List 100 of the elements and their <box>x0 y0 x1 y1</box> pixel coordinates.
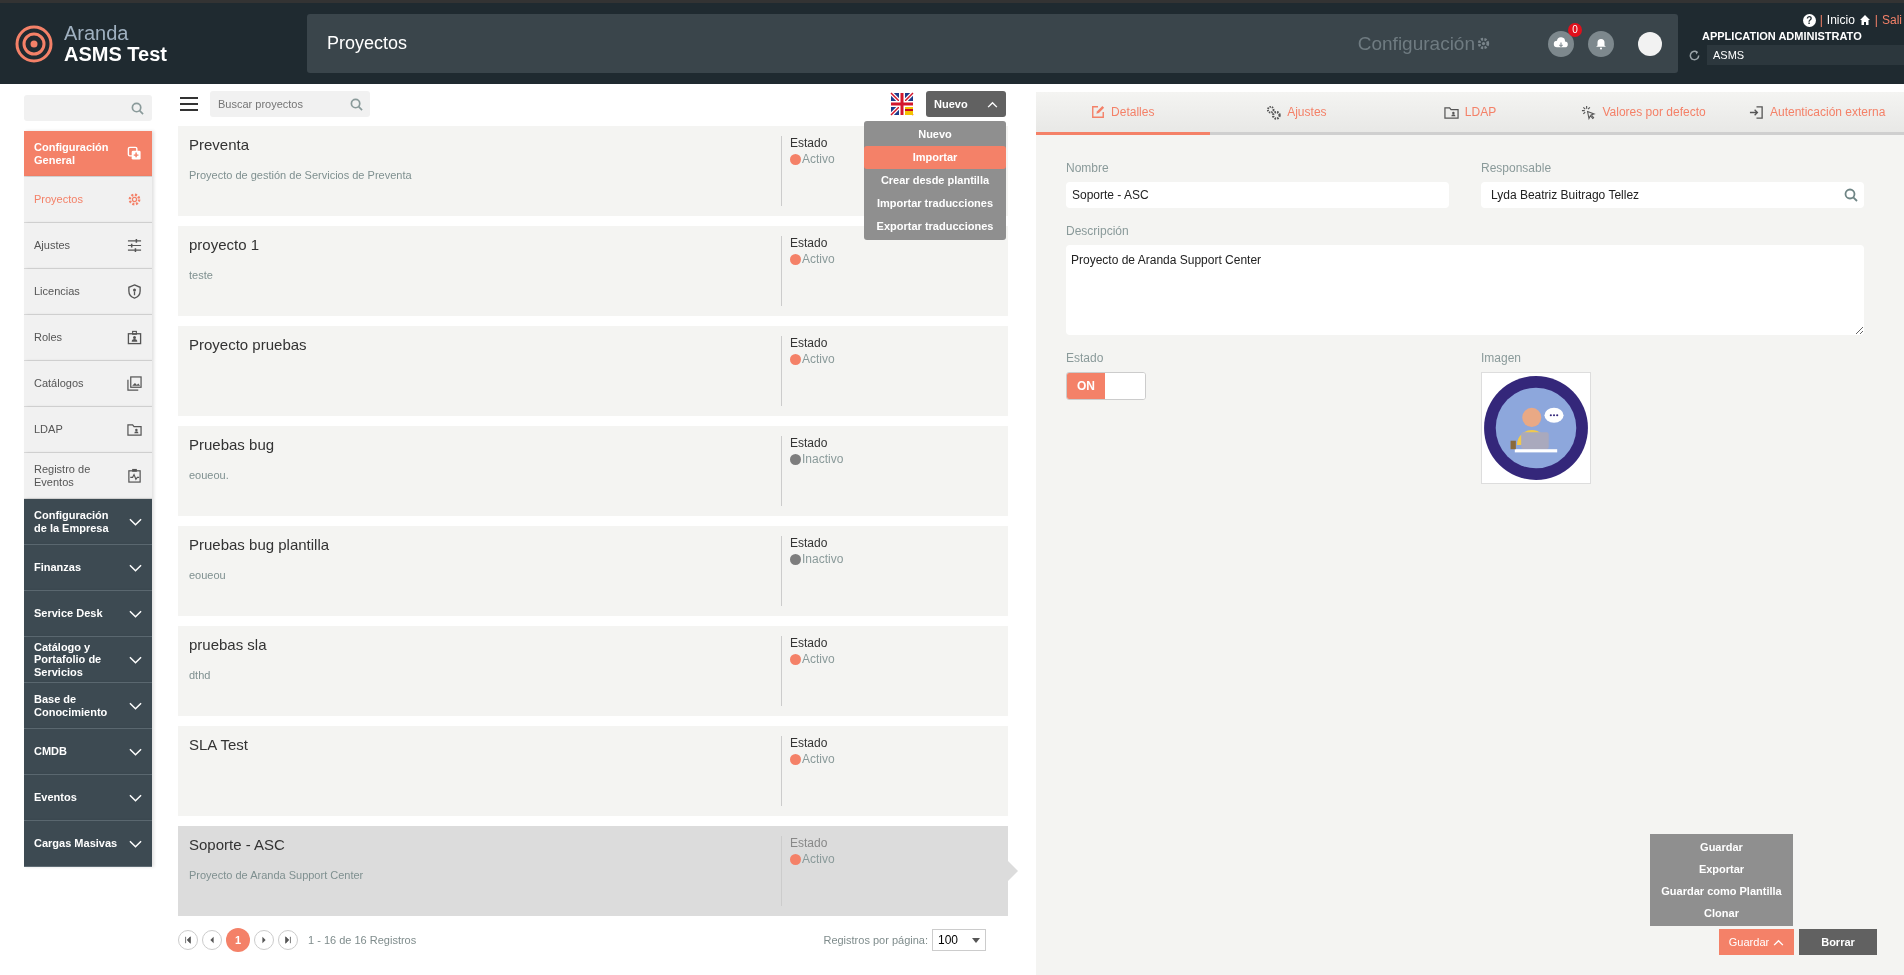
caret-down-icon <box>972 937 980 943</box>
chevron-down-icon <box>129 793 142 802</box>
status-value: Activo <box>802 852 835 866</box>
menu-item[interactable]: LDAP <box>24 407 152 453</box>
project-name: Proyecto pruebas <box>189 336 308 353</box>
project-name: Preventa <box>189 136 251 153</box>
exit-link[interactable]: Sali <box>1882 13 1902 27</box>
brand-name: Aranda <box>64 22 130 44</box>
status-value: Inactivo <box>802 452 844 466</box>
chevron-down-icon <box>129 563 142 572</box>
instance-name: ASMS Test <box>64 43 167 65</box>
owner-field[interactable]: Lyda Beatriz Buitrago Tellez <box>1481 182 1864 208</box>
project-card[interactable]: Proyecto pruebas Estado Activo <box>178 326 1008 416</box>
triangle-left-icon <box>208 936 216 944</box>
status-value: Activo <box>802 252 835 266</box>
image-stack-icon <box>127 376 142 391</box>
project-card[interactable]: pruebas sla dthd Estado Activo <box>178 626 1008 716</box>
status-label: Estado <box>790 336 829 350</box>
home-link[interactable]: Inicio <box>1826 13 1855 27</box>
field-label: Responsable <box>1481 161 1553 175</box>
project-description: eoueou <box>189 569 227 581</box>
menu-item[interactable]: Registro de Eventos <box>24 453 152 499</box>
menu-section-header[interactable]: Service Desk <box>24 591 152 637</box>
menu-section-header[interactable]: Finanzas <box>24 545 152 591</box>
avatar-circle[interactable] <box>1638 31 1662 56</box>
status-label: Estado <box>790 836 829 850</box>
delete-button[interactable]: Borrar <box>1799 929 1877 955</box>
chevron-up-icon <box>987 100 998 108</box>
project-search-field[interactable]: Buscar proyectos <box>210 91 370 117</box>
first-page-button[interactable] <box>178 930 198 950</box>
user-name: APPLICATION ADMINISTRATO <box>1702 30 1862 42</box>
gear-icon <box>1477 37 1490 50</box>
cursor-click-icon <box>1581 104 1597 120</box>
next-page-button[interactable] <box>254 930 274 950</box>
menu-section-header[interactable]: Configuración de la Empresa <box>24 499 152 545</box>
chevron-down-icon <box>129 609 142 618</box>
menu-section-header[interactable]: CMDB <box>24 729 152 775</box>
refresh-icon[interactable] <box>1688 48 1701 62</box>
first-page-icon <box>184 936 192 944</box>
last-page-button[interactable] <box>278 930 298 950</box>
menu-item[interactable]: Ajustes <box>24 223 152 269</box>
gears-icon <box>1266 104 1282 120</box>
menu-section-header[interactable]: Cargas Masivas <box>24 821 152 867</box>
page-size-select[interactable]: 100 <box>932 929 986 951</box>
project-card[interactable]: Pruebas bug plantilla eoueou Estado Inactivo <box>178 526 1008 616</box>
notification-count: 0 <box>1568 22 1582 37</box>
logo-icon <box>14 23 54 64</box>
language-flag-icon[interactable] <box>890 92 914 116</box>
project-card[interactable]: Pruebas bug eoueou. Estado Inactivo <box>178 426 1008 516</box>
menu-section-header[interactable]: Base de Conocimiento <box>24 683 152 729</box>
copy-plus-icon <box>127 146 142 161</box>
project-name: proyecto 1 <box>189 236 261 253</box>
company-field[interactable]: ASMS <box>1707 45 1904 65</box>
menu-item[interactable]: Catálogos <box>24 361 152 407</box>
home-icon <box>1858 14 1871 26</box>
project-name: SLA Test <box>189 736 249 753</box>
search-icon <box>350 98 363 111</box>
project-name: Pruebas bug <box>189 436 276 453</box>
menu-section-header[interactable]: Eventos <box>24 775 152 821</box>
chevron-down-icon <box>129 701 142 710</box>
status-label: Estado <box>790 236 829 250</box>
record-range: 1 - 16 de 16 Registros <box>308 934 417 946</box>
page-title: Proyectos <box>327 33 408 54</box>
menu-item[interactable]: Licencias <box>24 269 152 315</box>
cloud-button[interactable] <box>1548 30 1574 57</box>
chevron-down-icon <box>129 747 142 756</box>
notifications-button[interactable] <box>1588 30 1614 57</box>
name-field[interactable]: Soporte - ASC <box>1066 182 1449 208</box>
new-button[interactable]: Nuevo <box>926 91 1006 117</box>
last-page-icon <box>284 936 292 944</box>
search-icon <box>131 101 144 115</box>
clipboard-chart-icon <box>127 468 142 483</box>
id-badge-icon <box>127 330 142 345</box>
menu-search-field[interactable] <box>24 95 152 121</box>
menu-icon[interactable] <box>180 97 198 111</box>
project-description: Proyecto de gestión de Servicios de Preventa <box>189 169 413 181</box>
description-field[interactable]: Proyecto de Aranda Support Center <box>1066 245 1864 335</box>
chevron-up-icon <box>1773 938 1785 946</box>
folder-user-icon <box>1443 104 1459 120</box>
status-label: Estado <box>790 536 829 550</box>
sliders-icon <box>127 238 142 253</box>
project-name: pruebas sla <box>189 636 268 653</box>
help-button[interactable]: ? <box>1802 13 1816 27</box>
project-description: eoueou. <box>189 469 230 481</box>
menu-item[interactable]: Roles <box>24 315 152 361</box>
project-description: teste <box>189 269 214 281</box>
selection-pointer <box>1008 861 1018 881</box>
menu-section-header[interactable]: Catálogo y Portafolio de Servicios <box>24 637 152 683</box>
status-value: Activo <box>802 152 835 166</box>
status-label: Estado <box>790 436 829 450</box>
edit-icon <box>1091 105 1106 119</box>
project-name: Soporte - ASC <box>189 836 286 853</box>
chevron-down-icon <box>129 655 142 664</box>
project-card[interactable]: SLA Test Estado Activo <box>178 726 1008 816</box>
shield-icon <box>127 284 142 299</box>
sign-in-icon <box>1748 104 1764 120</box>
folder-user-icon <box>127 422 142 437</box>
status-value: Inactivo <box>802 552 844 566</box>
field-label: Descripción <box>1066 224 1130 238</box>
previous-page-button[interactable] <box>202 930 222 950</box>
